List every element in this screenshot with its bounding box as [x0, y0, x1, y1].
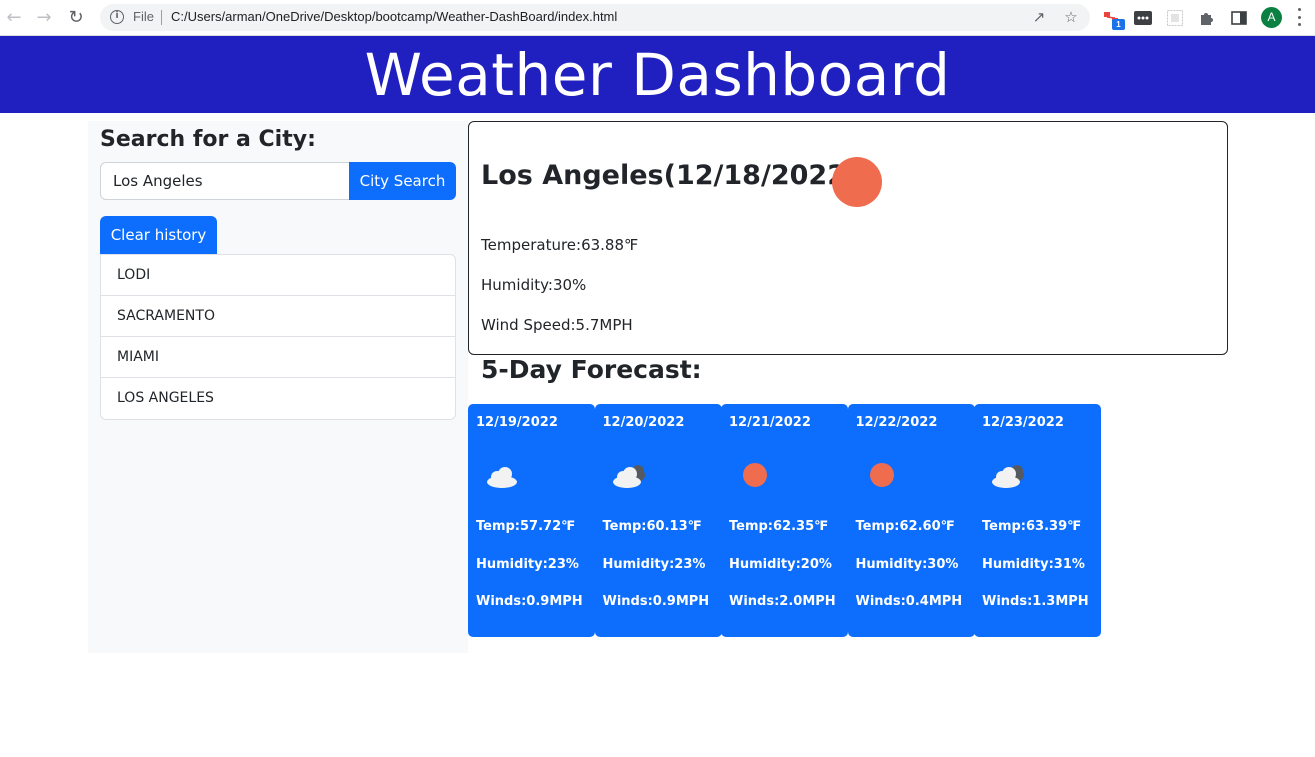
back-arrow-icon[interactable]: ← [2, 6, 26, 30]
forecast-row: 12/19/2022 Temp:57.72℉ Humidity:23% Wind… [468, 404, 1101, 637]
current-temperature: Temperature:63.88℉ [481, 236, 639, 254]
current-wind-speed: Wind Speed:5.7MPH [481, 316, 633, 334]
side-panel-icon[interactable] [1229, 8, 1249, 28]
current-humidity: Humidity:30% [481, 276, 587, 294]
history-item-sacramento[interactable]: SACRAMENTO [101, 296, 455, 337]
search-sidebar: Search for a City: City Search Clear his… [88, 121, 468, 653]
forecast-date: 12/23/2022 [982, 415, 1064, 430]
forward-arrow-icon[interactable]: → [32, 6, 56, 30]
forecast-card: 12/23/2022 Temp:63.39℉ Humidity:31% Wind… [974, 404, 1101, 637]
forecast-temp: Temp:62.60℉ [855, 519, 955, 534]
forecast-wind: Winds:0.4MPH [855, 594, 963, 609]
sun-icon [869, 463, 894, 487]
forecast-temp: Temp:62.35℉ [729, 519, 829, 534]
cloud-icon [487, 467, 517, 488]
sun-icon [743, 463, 767, 487]
address-separator [161, 10, 162, 25]
city-search-input[interactable] [100, 162, 350, 200]
extension-grid-icon[interactable] [1165, 8, 1185, 28]
city-search-button[interactable]: City Search [349, 162, 456, 200]
search-history-list: LODI SACRAMENTO MIAMI LOS ANGELES [100, 254, 456, 420]
forecast-humidity: Humidity:23% [602, 557, 706, 572]
forecast-card: 12/20/2022 Temp:60.13℉ Humidity:23% Wind… [594, 404, 722, 637]
browser-menu-icon[interactable] [1296, 8, 1302, 26]
forecast-card: 12/19/2022 Temp:57.72℉ Humidity:23% Wind… [468, 404, 595, 637]
forecast-temp: Temp:60.13℉ [602, 519, 702, 534]
extension-badge: 1 [1112, 19, 1125, 30]
share-icon[interactable]: ↗ [1030, 8, 1048, 26]
partly-cloudy-icon [612, 465, 645, 488]
browser-toolbar: ← → ↻ i File C:/Users/arman/OneDrive/Des… [0, 0, 1315, 36]
reload-icon[interactable]: ↻ [64, 6, 88, 30]
forecast-wind: Winds:0.9MPH [476, 594, 583, 609]
clear-history-button[interactable]: Clear history [100, 216, 217, 254]
forecast-date: 12/19/2022 [476, 415, 558, 430]
puzzle-extensions-icon[interactable] [1197, 8, 1217, 28]
current-city-title: Los Angeles(12/18/2022) [481, 160, 859, 191]
history-item-lodi[interactable]: LODI [101, 255, 455, 296]
forecast-humidity: Humidity:23% [476, 557, 579, 572]
url-text[interactable]: C:/Users/arman/OneDrive/Desktop/bootcamp… [171, 9, 617, 24]
forecast-wind: Winds:0.9MPH [602, 594, 710, 609]
forecast-date: 12/22/2022 [855, 415, 938, 430]
address-bar[interactable]: i File C:/Users/arman/OneDrive/Desktop/b… [100, 4, 1090, 31]
forecast-humidity: Humidity:30% [855, 557, 959, 572]
forecast-heading: 5-Day Forecast: [481, 355, 702, 384]
search-heading: Search for a City: [100, 127, 316, 152]
sun-icon [832, 157, 882, 207]
extension-dots-icon[interactable] [1133, 8, 1153, 28]
forecast-temp: Temp:63.39℉ [982, 519, 1082, 534]
forecast-card: 12/22/2022 Temp:62.60℉ Humidity:30% Wind… [847, 404, 975, 637]
forecast-card: 12/21/2022 Temp:62.35℉ Humidity:20% Wind… [721, 404, 848, 637]
history-item-miami[interactable]: MIAMI [101, 337, 455, 378]
partly-cloudy-icon [992, 465, 1024, 488]
page-title: Weather Dashboard [364, 40, 951, 109]
bookmark-star-icon[interactable]: ☆ [1062, 8, 1080, 26]
page-header: Weather Dashboard [0, 36, 1315, 113]
forecast-wind: Winds:2.0MPH [729, 594, 836, 609]
forecast-date: 12/20/2022 [602, 415, 685, 430]
file-scheme-label: File [133, 9, 154, 24]
info-icon[interactable]: i [110, 10, 124, 24]
forecast-wind: Winds:1.3MPH [982, 594, 1089, 609]
profile-avatar[interactable]: A [1261, 7, 1282, 28]
history-item-los-angeles[interactable]: LOS ANGELES [101, 378, 455, 419]
forecast-date: 12/21/2022 [729, 415, 811, 430]
current-weather-card: Los Angeles(12/18/2022) Temperature:63.8… [468, 121, 1228, 355]
forecast-temp: Temp:57.72℉ [476, 519, 576, 534]
forecast-humidity: Humidity:31% [982, 557, 1085, 572]
forecast-humidity: Humidity:20% [729, 557, 832, 572]
